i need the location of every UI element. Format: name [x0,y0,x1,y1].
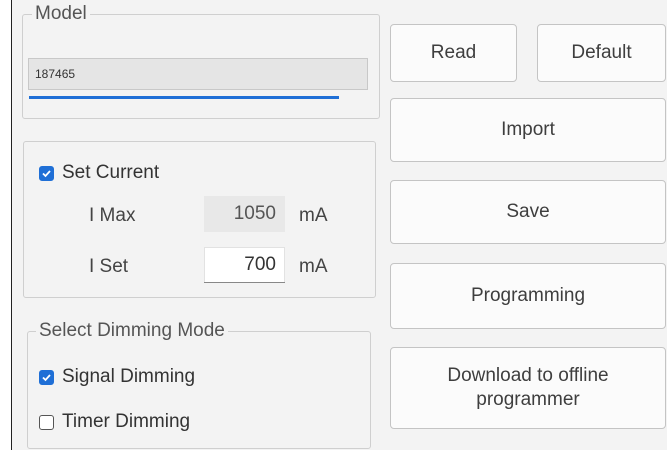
signal-dimming-label: Signal Dimming [62,366,196,387]
programming-button-label: Programming [470,285,586,306]
iset-field[interactable]: 700 [204,247,285,283]
checkmark-icon [42,169,51,177]
window-panel: Model 187465 Set Current I Max 1050 mA I… [11,0,667,450]
model-legend: Model [32,3,90,25]
imax-value: 1050 [233,203,276,224]
iset-value: 700 [244,254,276,275]
model-field-underline [29,96,339,99]
save-button[interactable]: Save [390,180,666,244]
download-button-label-line2: programmer [476,389,580,410]
model-value: 187465 [35,67,76,81]
iset-unit: mA [299,256,328,277]
timer-dimming-row[interactable]: Timer Dimming [39,411,190,433]
checkmark-icon [42,373,51,381]
set-current-label: Set Current [62,162,160,183]
timer-dimming-label: Timer Dimming [62,411,191,432]
imax-field: 1050 [204,196,285,232]
default-button[interactable]: Default [537,24,666,82]
save-button-label: Save [506,201,550,222]
dimming-legend: Select Dimming Mode [36,320,228,342]
read-button[interactable]: Read [390,24,517,82]
set-current-checkbox[interactable] [39,165,54,181]
imax-label: I Max [89,205,136,226]
download-button-label-line1: Download to offline [447,365,609,386]
iset-label: I Set [89,256,129,277]
model-field[interactable]: 187465 [28,58,368,90]
read-button-label: Read [430,42,477,63]
default-button-label: Default [571,42,632,63]
iset-field-underline [204,282,285,283]
import-button[interactable]: Import [390,98,666,162]
imax-unit: mA [299,205,328,226]
programming-button[interactable]: Programming [390,263,666,329]
signal-dimming-row[interactable]: Signal Dimming [39,366,195,388]
timer-dimming-checkbox[interactable] [39,414,54,430]
signal-dimming-checkbox[interactable] [39,369,54,385]
download-offline-button[interactable]: Download to offline programmer [390,347,666,429]
set-current-checkbox-row[interactable]: Set Current [39,162,159,184]
import-button-label: Import [501,119,555,140]
